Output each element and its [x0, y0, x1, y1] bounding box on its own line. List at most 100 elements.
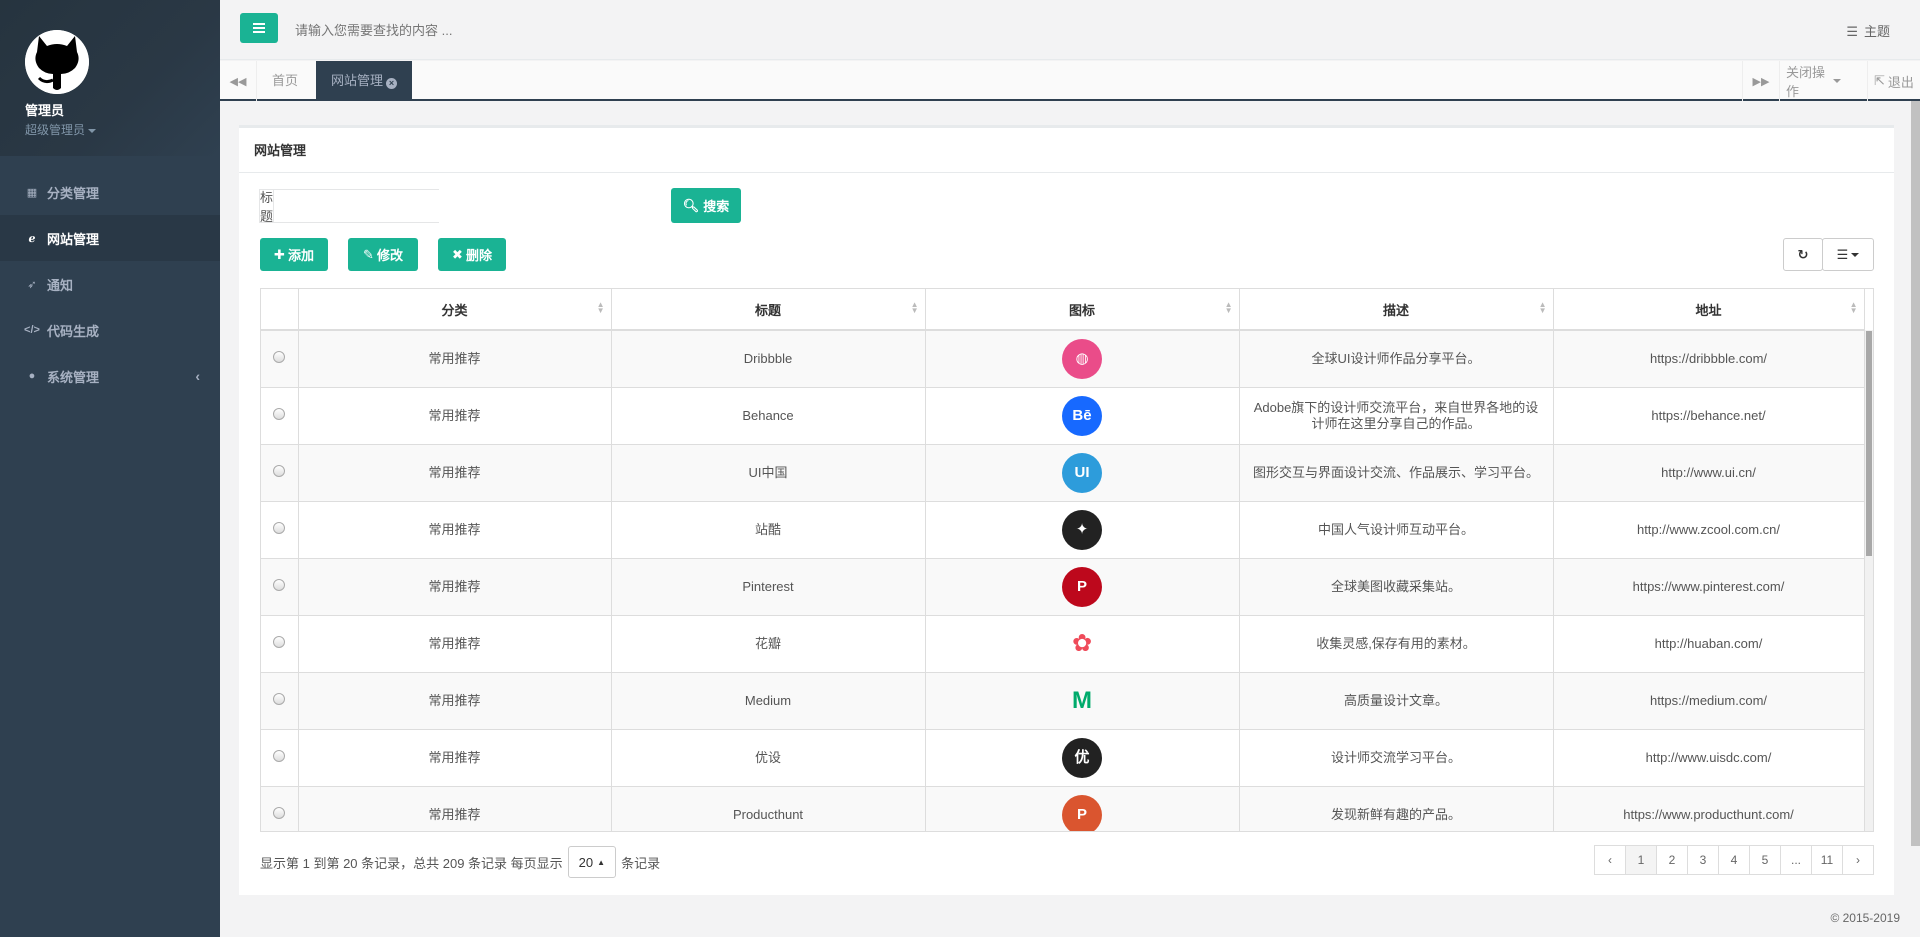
page-button[interactable]: ‹ — [1594, 845, 1626, 875]
row-select-cell[interactable] — [261, 728, 299, 786]
table-row[interactable]: 常用推荐 Dribbble ◍ 全球UI设计师作品分享平台。 https://dribb… — [261, 329, 1865, 387]
copyright: © 2015-2019 — [1830, 911, 1900, 925]
desc-cell: 高质量设计文章。 — [1239, 671, 1554, 729]
close-ops-dropdown[interactable]: 关闭操作 — [1779, 61, 1847, 101]
delete-button-label: 删除 — [465, 248, 492, 263]
add-button[interactable]: ✚ 添加 — [260, 238, 328, 271]
sidebar-item-sites[interactable]: ℯ 网站管理 — [0, 215, 220, 261]
row-select-cell[interactable] — [261, 500, 299, 558]
producthunt-icon: P — [1062, 794, 1102, 831]
profile-role-label: 超级管理员 — [25, 123, 86, 137]
page-info-text: 显示第 1 到第 20 条记录，总共 209 条记录 每页显示 — [260, 855, 563, 871]
title-filter-input[interactable] — [274, 190, 452, 222]
logout-button[interactable]: ⇱ 退出 — [1867, 61, 1920, 101]
row-select-cell[interactable] — [261, 329, 299, 387]
row-radio[interactable] — [273, 350, 286, 363]
caret-down-icon — [88, 128, 97, 133]
profile-role-dropdown[interactable]: 超级管理员 — [25, 121, 220, 138]
row-radio[interactable] — [273, 635, 286, 648]
table-row[interactable]: 常用推荐 Medium M 高质量设计文章。 https://medium.com/ — [261, 671, 1865, 729]
theme-link[interactable]: ☰ 主题 — [1846, 21, 1890, 40]
remove-icon: ✖ — [452, 246, 463, 262]
page-button[interactable]: 1 — [1625, 845, 1657, 875]
column-header-title[interactable]: 标题 ▲ ▼ — [611, 289, 926, 331]
columns-toggle-button[interactable]: ☰ — [1822, 238, 1874, 271]
page-scrollbar[interactable] — [1911, 101, 1920, 846]
sort-icon: ▲ ▼ — [1849, 300, 1858, 315]
row-radio[interactable] — [273, 749, 286, 762]
row-select-cell[interactable] — [261, 443, 299, 501]
table-row[interactable]: 常用推荐 Pinterest P 全球美图收藏采集站。 https://www.pint… — [261, 557, 1865, 615]
row-radio[interactable] — [273, 578, 286, 591]
pinterest-icon: P — [1062, 566, 1102, 607]
tab-sites[interactable]: 网站管理 × — [316, 61, 413, 101]
delete-button[interactable]: ✖ 删除 — [438, 238, 506, 271]
edit-button[interactable]: ✎ 修改 — [348, 238, 418, 271]
sidebar-item-system[interactable]: ● 系统管理 ‹ — [0, 353, 220, 399]
tab-scroll-left-button[interactable]: ◀◀ — [220, 61, 257, 101]
column-label: 图标 — [1068, 302, 1095, 318]
panel-title: 网站管理 — [239, 128, 1894, 173]
sidebar-item-label: 网站管理 — [47, 231, 100, 247]
table-scrollbar-thumb[interactable] — [1866, 331, 1872, 556]
menu-toggle-button[interactable] — [240, 13, 278, 43]
column-header-category[interactable]: 分类 ▲ ▼ — [298, 289, 612, 331]
tab-home[interactable]: 首页 — [257, 61, 313, 101]
column-header-icon[interactable]: 图标 ▲ ▼ — [925, 289, 1240, 331]
sidebar-item-category[interactable]: ▦ 分类管理 — [0, 169, 220, 215]
search-button[interactable]: 🔍︎ 搜索 — [671, 188, 741, 223]
search-icon: 🔍︎ — [682, 197, 700, 213]
sidebar-item-codegen[interactable]: </> 代码生成 — [0, 307, 220, 353]
category-cell: 常用推荐 — [298, 500, 612, 558]
caret-down-icon — [1851, 252, 1860, 257]
table-row[interactable]: 常用推荐 Behance Bē Adobe旗下的设计师交流平台，来自世界各地的设计师在… — [261, 386, 1865, 444]
page-button[interactable]: 3 — [1687, 845, 1719, 875]
behance-icon: Bē — [1062, 395, 1102, 436]
row-select-cell[interactable] — [261, 614, 299, 672]
page-button[interactable]: 5 — [1749, 845, 1781, 875]
row-radio[interactable] — [273, 806, 286, 819]
avatar[interactable] — [25, 30, 89, 94]
medium-icon: M — [1072, 686, 1092, 714]
icon-cell: ✿ — [925, 614, 1240, 672]
row-radio[interactable] — [273, 407, 286, 420]
title-filter: 标题 — [259, 189, 452, 224]
close-icon[interactable]: × — [386, 78, 398, 89]
url-cell: http://huaban.com/ — [1553, 614, 1865, 672]
table-row[interactable]: 常用推荐 Producthunt P 发现新鲜有趣的产品。 https://www.pr… — [261, 785, 1865, 831]
table-row[interactable]: 常用推荐 UI中国 UI 图形交互与界面设计交流、作品展示、学习平台。 http://w… — [261, 443, 1865, 501]
sort-icon: ▲ ▼ — [596, 300, 605, 315]
sidebar-item-notice[interactable]: ➶ 通知 — [0, 261, 220, 307]
column-header-desc[interactable]: 描述 ▲ ▼ — [1239, 289, 1554, 331]
row-select-cell[interactable] — [261, 386, 299, 444]
icon-cell: 优 — [925, 728, 1240, 786]
title-filter-label: 标题 — [260, 190, 275, 224]
backward-icon: ◀◀ — [229, 75, 247, 88]
page-button[interactable]: › — [1842, 845, 1874, 875]
page-button[interactable]: 4 — [1718, 845, 1750, 875]
row-select-cell[interactable] — [261, 671, 299, 729]
sidebar: 管理员 超级管理员 ▦ 分类管理 ℯ 网站管理 ➶ 通知 </> 代码生成 ● 系统管理 … — [0, 0, 220, 937]
desc-cell: 收集灵感,保存有用的素材。 — [1239, 614, 1554, 672]
row-select-cell[interactable] — [261, 557, 299, 615]
row-radio[interactable] — [273, 464, 286, 477]
table-row[interactable]: 常用推荐 花瓣 ✿ 收集灵感,保存有用的素材。 http://huaban.com/ — [261, 614, 1865, 672]
page-button[interactable]: 2 — [1656, 845, 1688, 875]
row-radio[interactable] — [273, 521, 286, 534]
row-select-cell[interactable] — [261, 785, 299, 831]
table-row[interactable]: 常用推荐 站酷 ✦ 中国人气设计师互动平台。 http://www.zcool.com.… — [261, 500, 1865, 558]
refresh-button[interactable]: ↻ — [1783, 238, 1823, 271]
top-header: ☰ 主题 — [220, 0, 1920, 60]
sidebar-item-label: 通知 — [47, 277, 74, 293]
page-size-select[interactable]: 20 ▲ — [567, 846, 617, 878]
title-cell: UI中国 — [611, 443, 926, 501]
page-button[interactable]: 11 — [1811, 845, 1843, 875]
global-search-input[interactable] — [295, 18, 795, 42]
sites-table: 分类 ▲ ▼ 标题 ▲ ▼ 图标 ▲ ▼ 描述 ▲ ▼ 地址 ▲ ▼ 常用推荐 Dribbble ◍ 全球… — [260, 288, 1874, 832]
plus-icon: ✚ — [274, 246, 285, 262]
table-row[interactable]: 常用推荐 优设 优 设计师交流学习平台。 http://www.uisdc.com/ — [261, 728, 1865, 786]
column-header-url[interactable]: 地址 ▲ ▼ — [1553, 289, 1865, 331]
row-radio[interactable] — [273, 692, 286, 705]
tab-scroll-right-button[interactable]: ▶▶ — [1742, 61, 1779, 101]
desc-cell: 全球UI设计师作品分享平台。 — [1239, 329, 1554, 387]
